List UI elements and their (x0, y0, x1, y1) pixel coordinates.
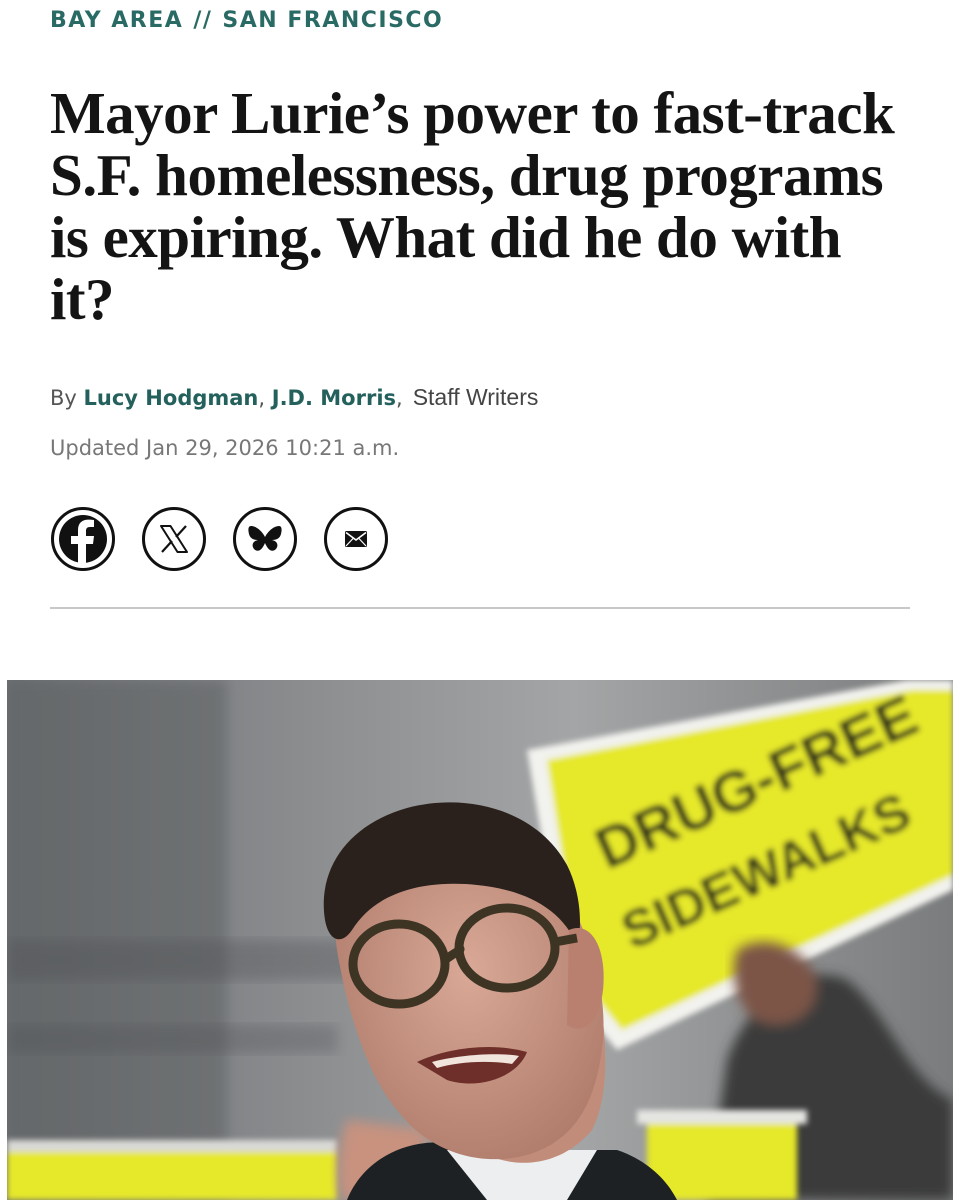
byline-role-separator: , (396, 386, 403, 410)
breadcrumb-separator: // (193, 8, 213, 33)
updated-timestamp: Updated Jan 29, 2026 10:21 a.m. (50, 436, 400, 460)
section-breadcrumb: BAY AREA // SAN FRANCISCO (50, 8, 443, 33)
share-facebook-button[interactable] (51, 507, 115, 571)
hero-photo[interactable]: DRUG-FREE SIDEWALKS (7, 680, 953, 1200)
author-link-lucy-hodgman[interactable]: Lucy Hodgman (84, 386, 259, 410)
email-icon (345, 531, 367, 547)
header-divider (50, 607, 910, 609)
share-email-button[interactable] (324, 507, 388, 571)
share-x-button[interactable] (142, 507, 206, 571)
section-link-bay-area[interactable]: BAY AREA (50, 8, 183, 33)
byline-prefix: By (50, 386, 77, 410)
byline-separator: , (258, 386, 266, 410)
author-roles: Staff Writers (412, 384, 539, 410)
byline: By Lucy Hodgman, J.D. Morris, Staff Write… (50, 384, 538, 411)
share-toolbar (51, 507, 388, 571)
bluesky-icon (248, 526, 282, 551)
facebook-icon (59, 515, 107, 566)
article-headline: Mayor Lurie’s power to fast-track S.F. h… (50, 80, 895, 332)
author-link-jd-morris[interactable]: J.D. Morris (272, 386, 396, 410)
hero-photo-illustration: DRUG-FREE SIDEWALKS (7, 680, 953, 1200)
x-icon (160, 525, 188, 553)
section-link-san-francisco[interactable]: SAN FRANCISCO (222, 8, 443, 33)
share-bluesky-button[interactable] (233, 507, 297, 571)
